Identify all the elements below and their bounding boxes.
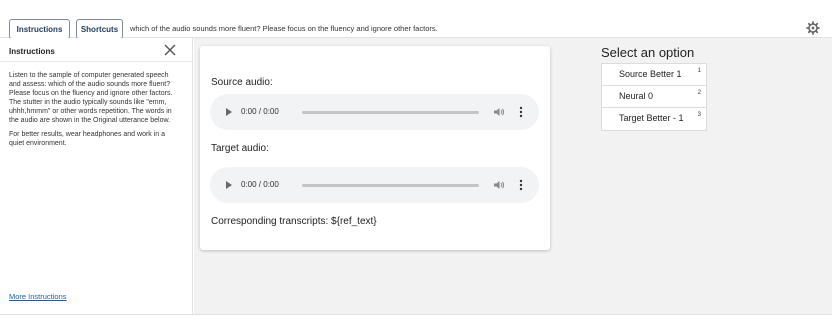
bottom-divider — [0, 314, 832, 322]
audio-progress-bar[interactable] — [302, 111, 479, 114]
audio-time: 0:00 / 0:00 — [241, 180, 279, 189]
option-label: Neural 0 — [619, 91, 654, 101]
instructions-panel: Instructions Listen to the sample of com… — [0, 38, 193, 314]
volume-icon[interactable] — [493, 106, 505, 118]
instructions-paragraph: For better results, wear headphones and … — [9, 131, 166, 147]
option-target-better[interactable]: Target Better - 1 3 — [602, 108, 706, 130]
shortcuts-button[interactable]: Shortcuts — [76, 19, 123, 39]
instructions-text: Listen to the sample of computer generat… — [9, 71, 181, 153]
transcript-label: Corresponding transcripts: ${ref_text} — [211, 216, 377, 227]
option-neutral[interactable]: Neural 0 2 — [602, 86, 706, 108]
source-audio-label: Source audio: — [211, 77, 273, 88]
option-shortcut-key: 1 — [697, 68, 701, 74]
source-audio-player[interactable]: 0:00 / 0:00 — [210, 94, 539, 130]
more-options-icon[interactable] — [518, 179, 524, 191]
volume-icon[interactable] — [493, 179, 505, 191]
instructions-button[interactable]: Instructions — [9, 19, 70, 39]
options-title: Select an option — [601, 45, 695, 60]
play-icon[interactable] — [226, 108, 232, 116]
audio-time: 0:00 / 0:00 — [241, 107, 279, 116]
main-area: Source audio: 0:00 / 0:00 Target audio: … — [194, 38, 832, 314]
top-toolbar: Instructions Shortcuts which of the audi… — [0, 0, 832, 39]
option-label: Target Better - 1 — [619, 113, 684, 123]
option-shortcut-key: 3 — [697, 112, 701, 118]
gear-icon[interactable] — [806, 21, 820, 35]
play-icon[interactable] — [226, 181, 232, 189]
audio-progress-bar[interactable] — [302, 184, 479, 187]
target-audio-label: Target audio: — [211, 143, 269, 154]
more-instructions-link[interactable]: More Instructions — [9, 292, 67, 301]
more-options-icon[interactable] — [518, 106, 524, 118]
target-audio-player[interactable]: 0:00 / 0:00 — [210, 167, 539, 203]
instructions-paragraph: Listen to the sample of computer generat… — [9, 72, 173, 124]
option-source-better[interactable]: Source Better 1 1 — [602, 64, 706, 86]
close-icon[interactable] — [163, 43, 177, 57]
options-list: Source Better 1 1 Neural 0 2 Target Bett… — [601, 63, 707, 131]
task-question: which of the audio sounds more fluent? P… — [130, 24, 438, 33]
option-shortcut-key: 2 — [697, 90, 701, 96]
instructions-panel-title: Instructions — [9, 47, 55, 56]
instructions-panel-header: Instructions — [0, 38, 193, 62]
audio-card: Source audio: 0:00 / 0:00 Target audio: … — [200, 46, 550, 250]
option-label: Source Better 1 — [619, 69, 682, 79]
